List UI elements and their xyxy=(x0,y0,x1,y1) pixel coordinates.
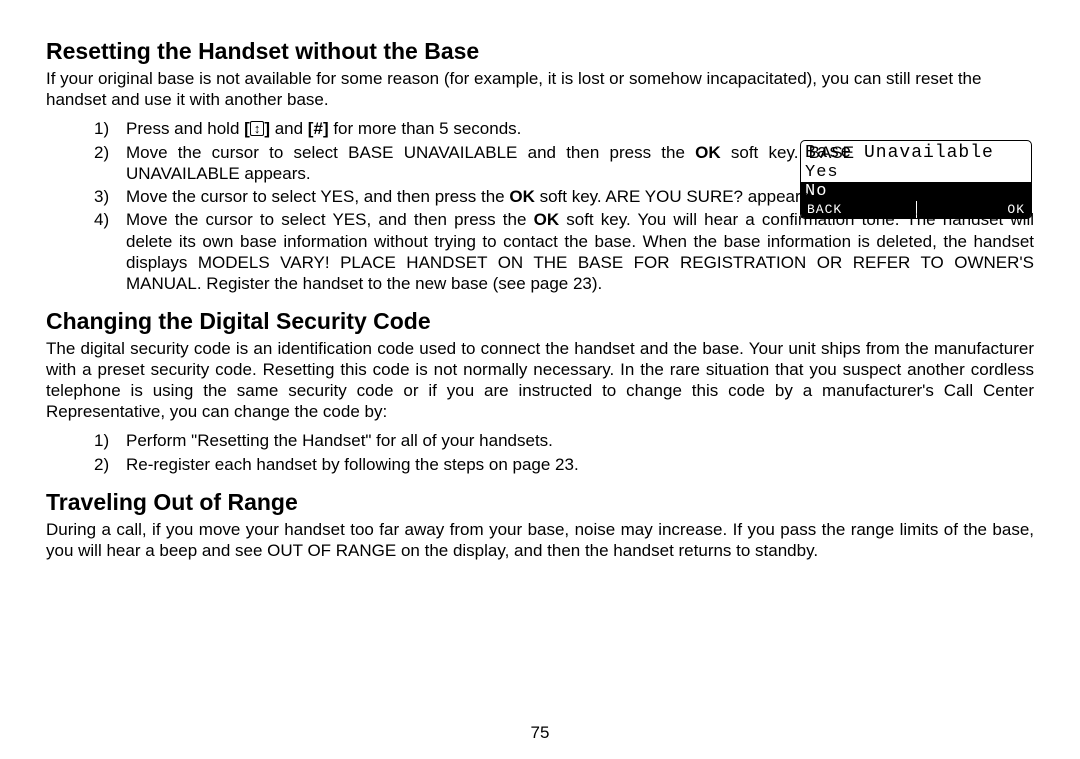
ok-bold: OK xyxy=(509,187,535,206)
step-3: 3) Move the cursor to select YES, and th… xyxy=(94,186,854,207)
step-text: Re-register each handset by following th… xyxy=(126,455,579,474)
step-2: 2) Re-register each handset by following… xyxy=(94,454,1034,475)
intro-range: During a call, if you move your handset … xyxy=(46,520,1034,561)
step-text: Perform "Resetting the Handset" for all … xyxy=(126,431,553,450)
step-num: 3) xyxy=(94,186,109,207)
step-4: 4) Move the cursor to select YES, and th… xyxy=(94,209,1034,294)
step-text: soft key. ARE YOU SURE? appears. xyxy=(535,187,814,206)
arrows-icon: ↕ xyxy=(250,121,265,136)
step-text: Press and hold xyxy=(126,119,244,138)
steps-security: 1) Perform "Resetting the Handset" for a… xyxy=(46,430,1034,475)
heading-resetting: Resetting the Handset without the Base xyxy=(46,38,1034,65)
heading-range: Traveling Out of Range xyxy=(46,489,1034,516)
intro-security: The digital security code is an identifi… xyxy=(46,339,1034,422)
step-text: Move the cursor to select BASE UNAVAILAB… xyxy=(126,143,695,162)
step-text: for more than 5 seconds. xyxy=(329,119,522,138)
step-num: 4) xyxy=(94,209,109,230)
ok-bold: OK xyxy=(695,143,721,162)
step-num: 1) xyxy=(94,430,109,451)
intro-resetting: If your original base is not available f… xyxy=(46,69,1034,110)
ok-bold: OK xyxy=(534,210,560,229)
step-num: 2) xyxy=(94,454,109,475)
step-num: 1) xyxy=(94,118,109,139)
step-1: 1) Press and hold [↕] and [#] for more t… xyxy=(94,118,854,139)
step-num: 2) xyxy=(94,142,109,163)
step-text: Move the cursor to select YES, and then … xyxy=(126,210,534,229)
hash-icon: # xyxy=(313,119,322,138)
step-text: and xyxy=(270,119,308,138)
section-security-code: Changing the Digital Security Code The d… xyxy=(46,308,1034,474)
step-text: Move the cursor to select YES, and then … xyxy=(126,187,509,206)
step-2: 2) Move the cursor to select BASE UNAVAI… xyxy=(94,142,854,185)
heading-security: Changing the Digital Security Code xyxy=(46,308,1034,335)
page-number: 75 xyxy=(0,723,1080,743)
section-out-of-range: Traveling Out of Range During a call, if… xyxy=(46,489,1034,561)
step-1: 1) Perform "Resetting the Handset" for a… xyxy=(94,430,1034,451)
